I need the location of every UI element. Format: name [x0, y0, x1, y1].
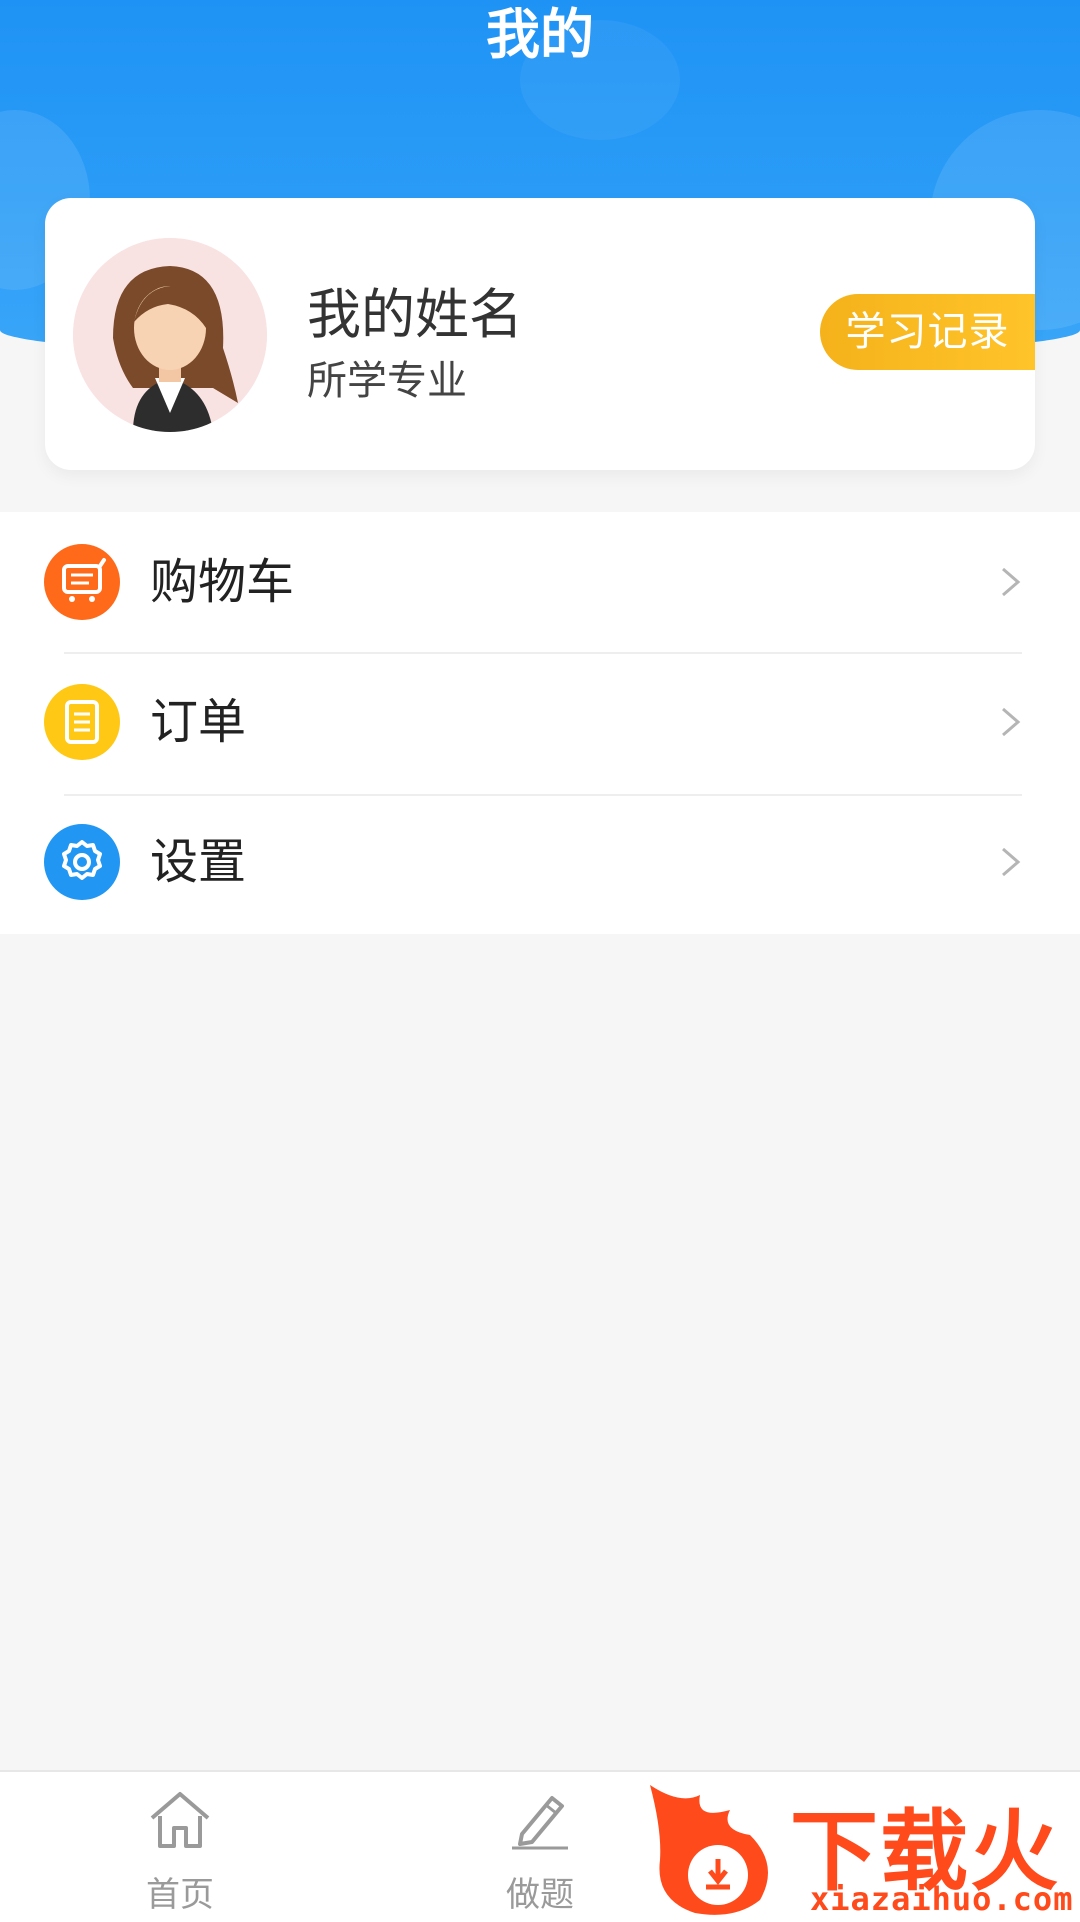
avatar[interactable]	[73, 238, 267, 432]
tab-label: 做题	[506, 1875, 574, 1915]
study-record-button[interactable]: 学习记录	[820, 294, 1035, 370]
tab-label: 首页	[146, 1875, 214, 1915]
gear-icon	[44, 824, 120, 900]
watermark-url: xiazaihuo.com	[810, 1880, 1074, 1918]
cart-icon	[44, 544, 120, 620]
page-title: 我的	[486, 3, 594, 66]
pencil-icon	[512, 1796, 568, 1850]
menu-item-label: 设置	[150, 834, 247, 890]
menu-item-label: 购物车	[150, 554, 295, 610]
chevron-right-icon	[1002, 847, 1021, 877]
profile-card: 我的姓名 所学专业 学习记录	[45, 198, 1035, 470]
menu-item-orders[interactable]: 订单	[0, 652, 1080, 792]
user-major: 所学专业	[307, 358, 467, 404]
chevron-right-icon	[1002, 707, 1021, 737]
tab-home[interactable]: 首页	[80, 1772, 280, 1922]
order-icon	[44, 684, 120, 760]
home-icon	[150, 1792, 210, 1848]
tab-practice[interactable]: 做题	[440, 1772, 640, 1922]
flame-logo-icon	[650, 1785, 768, 1915]
menu-item-settings[interactable]: 设置	[0, 792, 1080, 932]
menu-list: 购物车 订单 设置	[0, 512, 1080, 934]
user-name: 我的姓名	[307, 283, 523, 346]
menu-item-cart[interactable]: 购物车	[0, 512, 1080, 652]
chevron-right-icon	[1002, 567, 1021, 597]
watermark-logo: 下载火 xiazaihuo.com	[640, 1775, 1080, 1920]
menu-item-label: 订单	[150, 694, 247, 750]
